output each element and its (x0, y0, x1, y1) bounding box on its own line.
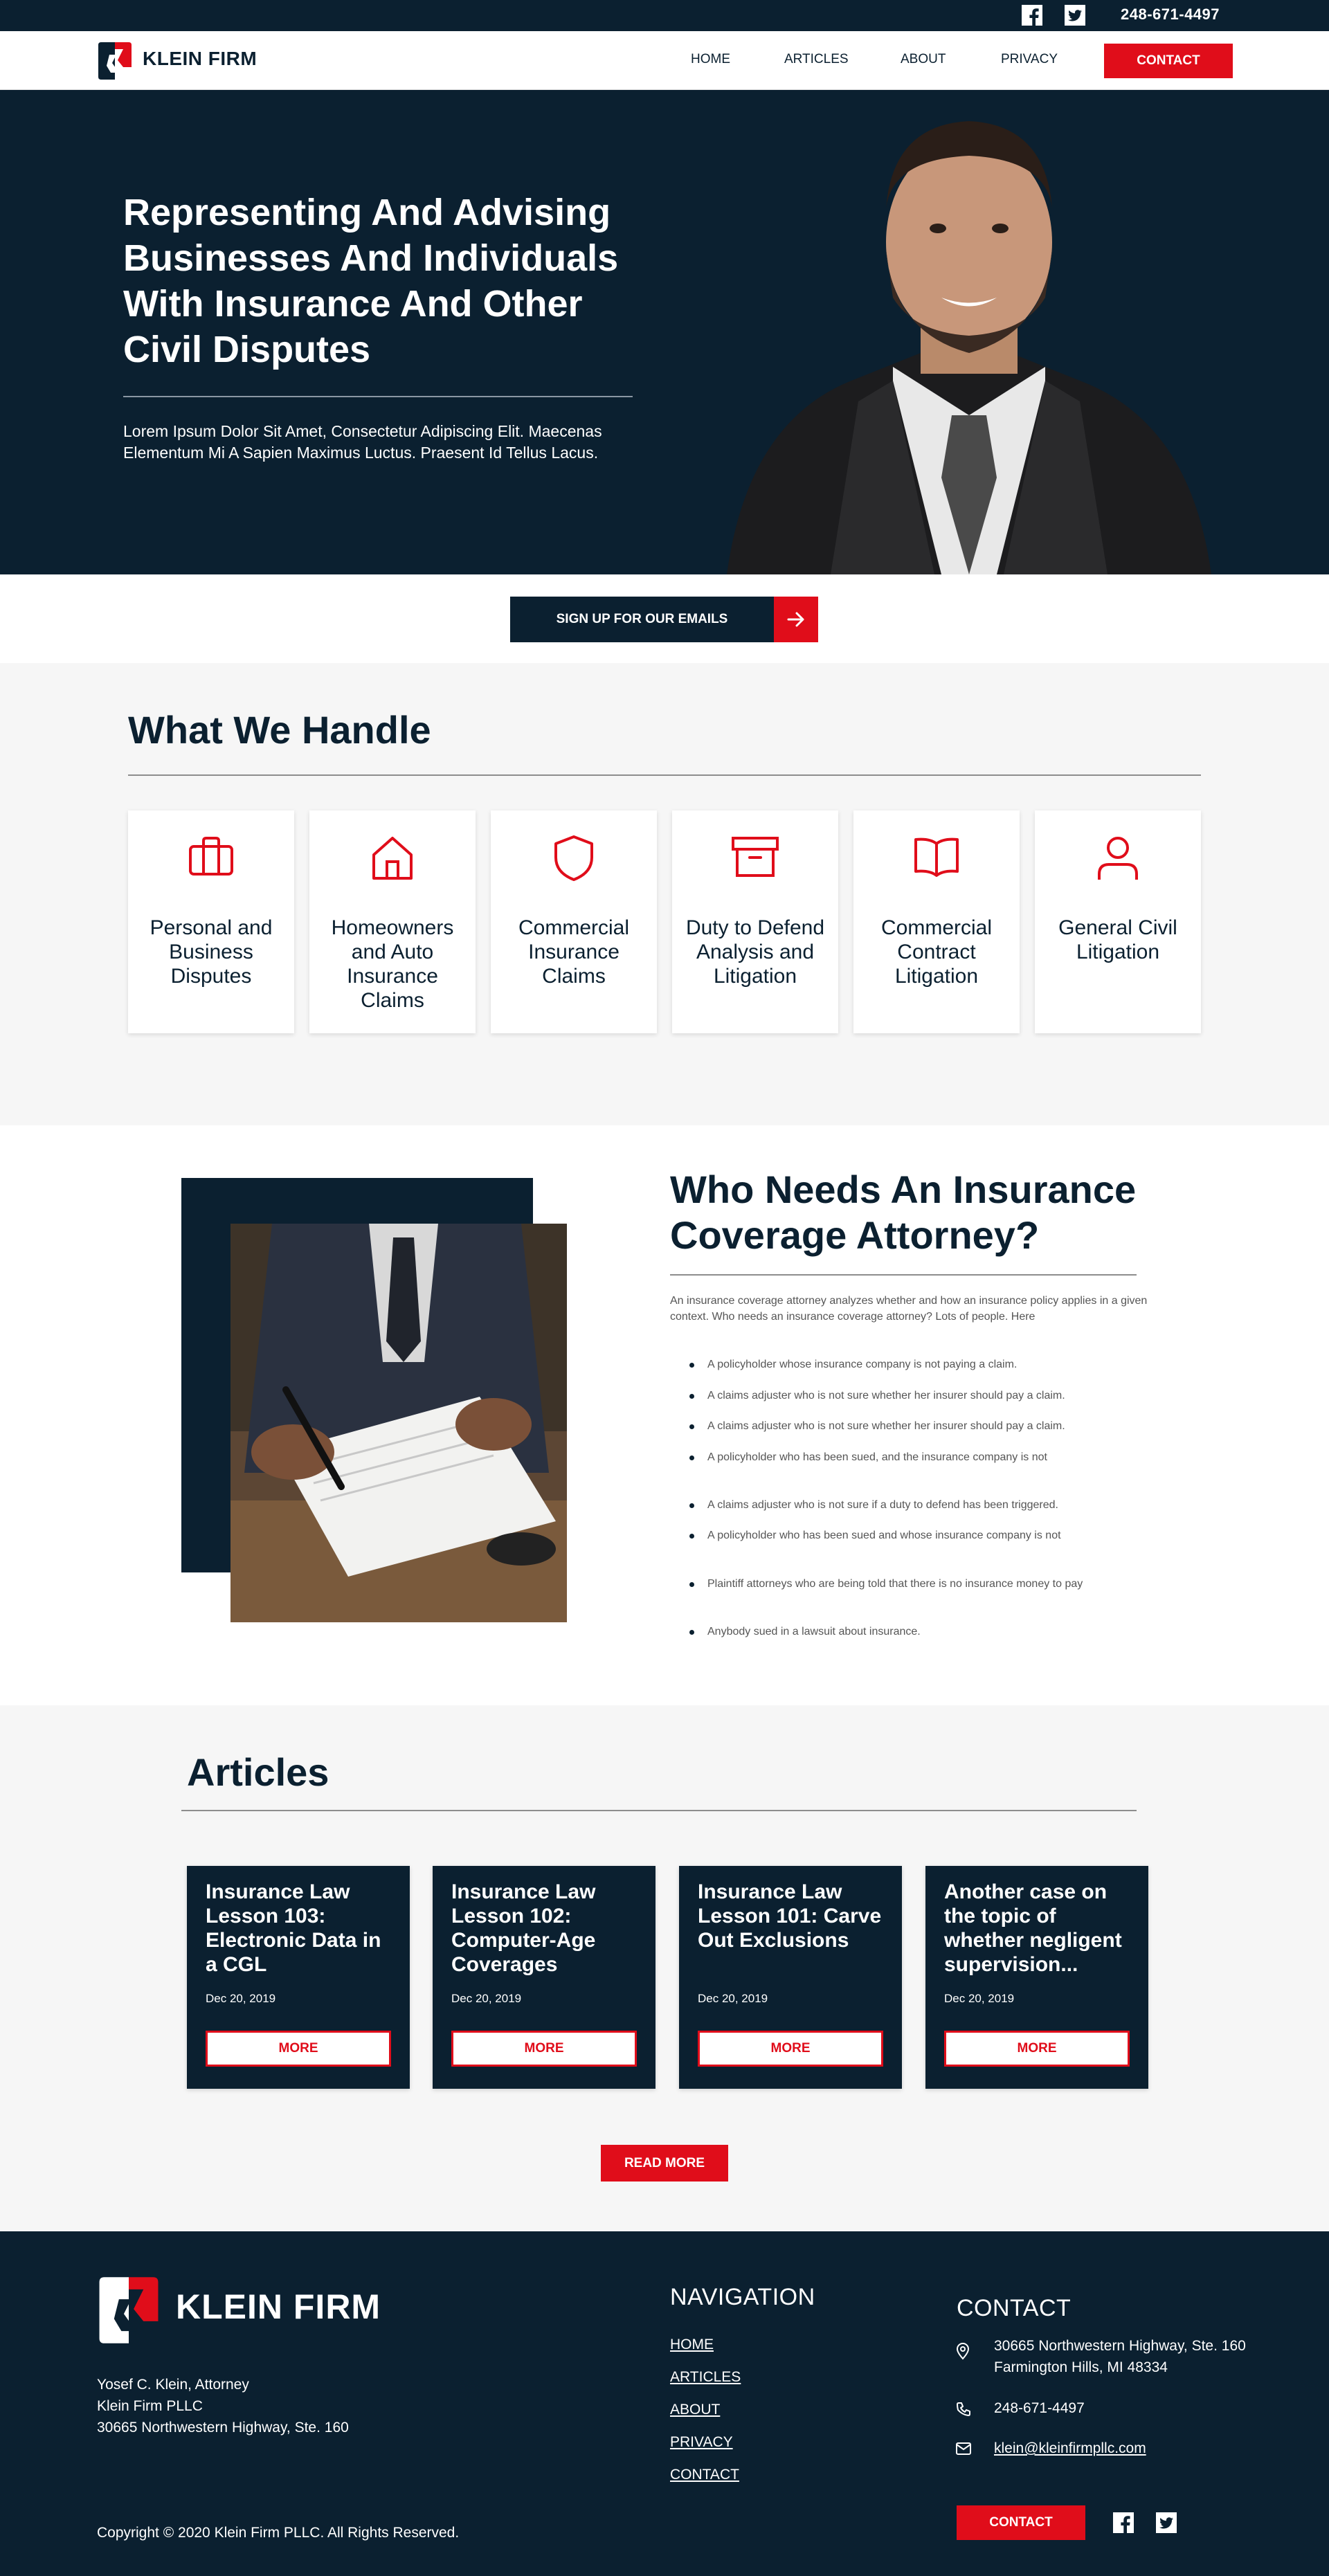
footer-nav-home[interactable]: HOME (670, 2337, 714, 2353)
practice-card[interactable]: Commercial Insurance Claims (491, 810, 657, 1033)
footer-nav-about[interactable]: ABOUT (670, 2402, 720, 2418)
signup-label: SIGN UP FOR OUR EMAILS (510, 597, 774, 642)
who-needs-section: Who Needs An Insurance Coverage Attorney… (0, 1125, 1329, 1705)
footer-contact-address: 30665 Northwestern Highway, Ste. 160 Far… (994, 2338, 1246, 2375)
list-item: A claims adjuster who is not sure whethe… (689, 1390, 1065, 1402)
nav-about[interactable]: ABOUT (901, 52, 946, 67)
house-icon (309, 834, 476, 882)
article-card[interactable]: Insurance Law Lesson 101: Carve Out Excl… (679, 1866, 902, 2089)
email-signup-button[interactable]: SIGN UP FOR OUR EMAILS (510, 597, 818, 642)
card-label: Personal and Business Disputes (150, 916, 273, 988)
list-item: Plaintiff attorneys who are being told t… (689, 1578, 1083, 1590)
top-phone[interactable]: 248-671-4497 (1121, 6, 1220, 24)
practice-card[interactable]: Duty to Defend Analysis and Litigation (672, 810, 838, 1033)
article-title[interactable]: Insurance Law Lesson 102: Computer-Age C… (451, 1880, 642, 1977)
address-line: 30665 Northwestern Highway, Ste. 160 (97, 2420, 349, 2436)
site-header: KLEIN FIRM HOME ARTICLES ABOUT PRIVACY C… (0, 31, 1329, 90)
article-title[interactable]: Insurance Law Lesson 103: Electronic Dat… (206, 1880, 396, 1977)
practice-areas-section: What We Handle Personal and Business Dis… (0, 663, 1329, 1125)
article-date: Dec 20, 2019 (206, 1992, 276, 2005)
read-more-button[interactable]: READ MORE (601, 2145, 728, 2182)
article-date: Dec 20, 2019 (451, 1992, 522, 2005)
logo-text[interactable]: KLEIN FIRM (143, 48, 257, 70)
twitter-icon[interactable] (1156, 2512, 1177, 2537)
hero-subtitle: Lorem Ipsum Dolor Sit Amet, Consectetur … (123, 422, 602, 462)
hero-section: Representing And Advising Businesses And… (0, 90, 1329, 574)
list-item: A policyholder who has been sued and who… (689, 1530, 1061, 1541)
article-card[interactable]: Insurance Law Lesson 103: Electronic Dat… (187, 1866, 410, 2089)
articles-section: Articles Insurance Law Lesson 103: Elect… (0, 1705, 1329, 2231)
footer-address: Yosef C. Klein, Attorney Klein Firm PLLC… (97, 2374, 349, 2438)
list-item: A claims adjuster who is not sure if a d… (689, 1499, 1058, 1511)
list-item: A policyholder whose insurance company i… (689, 1359, 1018, 1370)
footer-nav-contact[interactable]: CONTACT (670, 2467, 739, 2483)
article-title[interactable]: Another case on the topic of whether neg… (944, 1880, 1134, 1977)
signing-document-photo (230, 1224, 567, 1622)
article-title[interactable]: Insurance Law Lesson 101: Carve Out Excl… (698, 1880, 888, 1952)
hero-title: Representing And Advising Businesses And… (123, 192, 619, 370)
section-divider (670, 1274, 1137, 1276)
mail-icon (955, 2442, 972, 2459)
practice-card[interactable]: Commercial Contract Litigation (853, 810, 1020, 1033)
footer-logo-text[interactable]: KLEIN FIRM (176, 2287, 381, 2327)
arrow-right-icon (774, 597, 818, 642)
top-bar: 248-671-4497 (0, 0, 1329, 31)
footer-nav-privacy[interactable]: PRIVACY (670, 2434, 733, 2451)
more-button[interactable]: MORE (944, 2031, 1130, 2067)
footer-contact-title: CONTACT (957, 2295, 1072, 2321)
footer-contact-button[interactable]: CONTACT (957, 2505, 1085, 2540)
article-card[interactable]: Insurance Law Lesson 102: Computer-Age C… (433, 1866, 656, 2089)
facebook-icon[interactable] (1113, 2512, 1134, 2537)
card-label: Commercial Contract Litigation (880, 916, 993, 988)
practice-card[interactable]: General Civil Litigation (1035, 810, 1201, 1033)
more-button[interactable]: MORE (206, 2031, 391, 2067)
nav-home[interactable]: HOME (691, 52, 730, 67)
card-label: Homeowners and Auto Insurance Claims (331, 916, 454, 1012)
attorney-portrait (727, 121, 1211, 574)
article-date: Dec 20, 2019 (944, 1992, 1015, 2005)
footer-nav-articles[interactable]: ARTICLES (670, 2369, 741, 2386)
practice-card[interactable]: Homeowners and Auto Insurance Claims (309, 810, 476, 1033)
footer-nav-title: NAVIGATION (670, 2284, 815, 2310)
list-item: A policyholder who has been sued, and th… (689, 1451, 1047, 1463)
shield-icon (491, 834, 657, 882)
section-divider (181, 1810, 1137, 1811)
header-contact-button[interactable]: CONTACT (1104, 44, 1233, 78)
more-button[interactable]: MORE (698, 2031, 883, 2067)
archive-box-icon (672, 834, 838, 880)
open-book-icon (853, 834, 1020, 878)
twitter-icon[interactable] (1064, 4, 1086, 26)
facebook-icon[interactable] (1021, 4, 1043, 26)
hero-divider (123, 396, 633, 397)
logo-mark[interactable] (97, 39, 133, 86)
section-title: Articles (187, 1750, 329, 1794)
card-label: General Civil Litigation (1058, 916, 1177, 963)
copyright: Copyright © 2020 Klein Firm PLLC. All Ri… (97, 2525, 460, 2541)
section-title: What We Handle (128, 708, 431, 752)
section-divider (128, 774, 1201, 776)
person-icon (1035, 834, 1201, 882)
footer-contact-phone[interactable]: 248-671-4497 (994, 2397, 1085, 2419)
list-item: Anybody sued in a lawsuit about insuranc… (689, 1626, 921, 1638)
article-card[interactable]: Another case on the topic of whether neg… (925, 1866, 1148, 2089)
section-title: Who Needs An Insurance Coverage Attorney… (670, 1168, 1137, 1257)
briefcase-icon (128, 834, 294, 878)
phone-icon (955, 2401, 972, 2421)
site-footer: KLEIN FIRM Yosef C. Klein, Attorney Klei… (0, 2231, 1329, 2576)
map-pin-icon (955, 2342, 970, 2364)
nav-articles[interactable]: ARTICLES (784, 52, 849, 67)
section-intro: An insurance coverage attorney analyzes … (670, 1295, 1148, 1323)
practice-card[interactable]: Personal and Business Disputes (128, 810, 294, 1033)
more-button[interactable]: MORE (451, 2031, 637, 2067)
address-line: Yosef C. Klein, Attorney (97, 2377, 249, 2393)
address-line: Klein Firm PLLC (97, 2398, 203, 2414)
card-label: Commercial Insurance Claims (518, 916, 630, 988)
article-date: Dec 20, 2019 (698, 1992, 768, 2005)
list-item: A claims adjuster who is not sure whethe… (689, 1420, 1065, 1432)
card-label: Duty to Defend Analysis and Litigation (685, 916, 825, 988)
footer-contact-email[interactable]: klein@kleinfirmpllc.com (994, 2438, 1146, 2459)
footer-logo-mark[interactable] (97, 2270, 161, 2354)
nav-privacy[interactable]: PRIVACY (1001, 52, 1058, 67)
